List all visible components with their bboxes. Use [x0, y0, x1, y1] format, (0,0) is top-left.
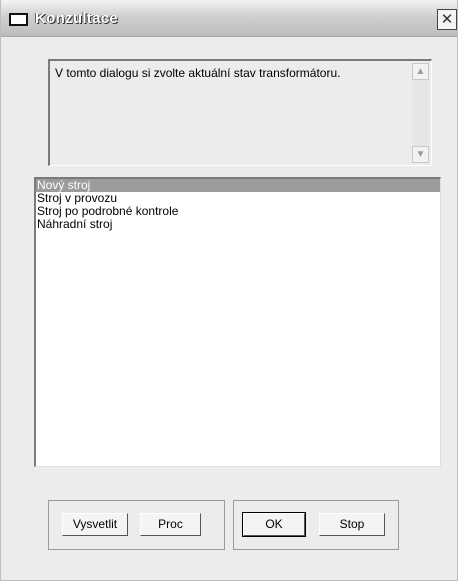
description-text: V tomto dialogu si zvolte aktuální stav …: [55, 66, 341, 80]
scroll-up-button[interactable]: ▲: [412, 63, 429, 80]
why-button[interactable]: Proc: [140, 513, 201, 536]
options-list[interactable]: Nový stroj Stroj v provozu Stroj po podr…: [34, 177, 441, 467]
window-icon: [9, 13, 28, 26]
close-icon: ✕: [440, 11, 454, 28]
chevron-up-icon: ▲: [415, 66, 426, 77]
title-bar[interactable]: Konzultace ✕: [1, 0, 457, 37]
explain-button[interactable]: Vysvetlit: [62, 513, 128, 536]
stop-button[interactable]: Stop: [319, 513, 385, 536]
close-button[interactable]: ✕: [437, 9, 457, 30]
chevron-down-icon: ▼: [415, 149, 426, 160]
scroll-down-button[interactable]: ▼: [412, 146, 429, 163]
help-button-group: Vysvetlit Proc: [48, 500, 225, 550]
description-box: V tomto dialogu si zvolte aktuální stav …: [48, 59, 432, 166]
description-scrollbar[interactable]: ▲ ▼: [412, 63, 429, 163]
window-title: Konzultace: [35, 10, 119, 27]
list-item[interactable]: Náhradní stroj: [36, 218, 440, 231]
ok-button[interactable]: OK: [242, 512, 306, 537]
action-button-group: OK Stop: [233, 500, 399, 550]
konzultace-dialog: Konzultace ✕ V tomto dialogu si zvolte a…: [0, 0, 458, 581]
